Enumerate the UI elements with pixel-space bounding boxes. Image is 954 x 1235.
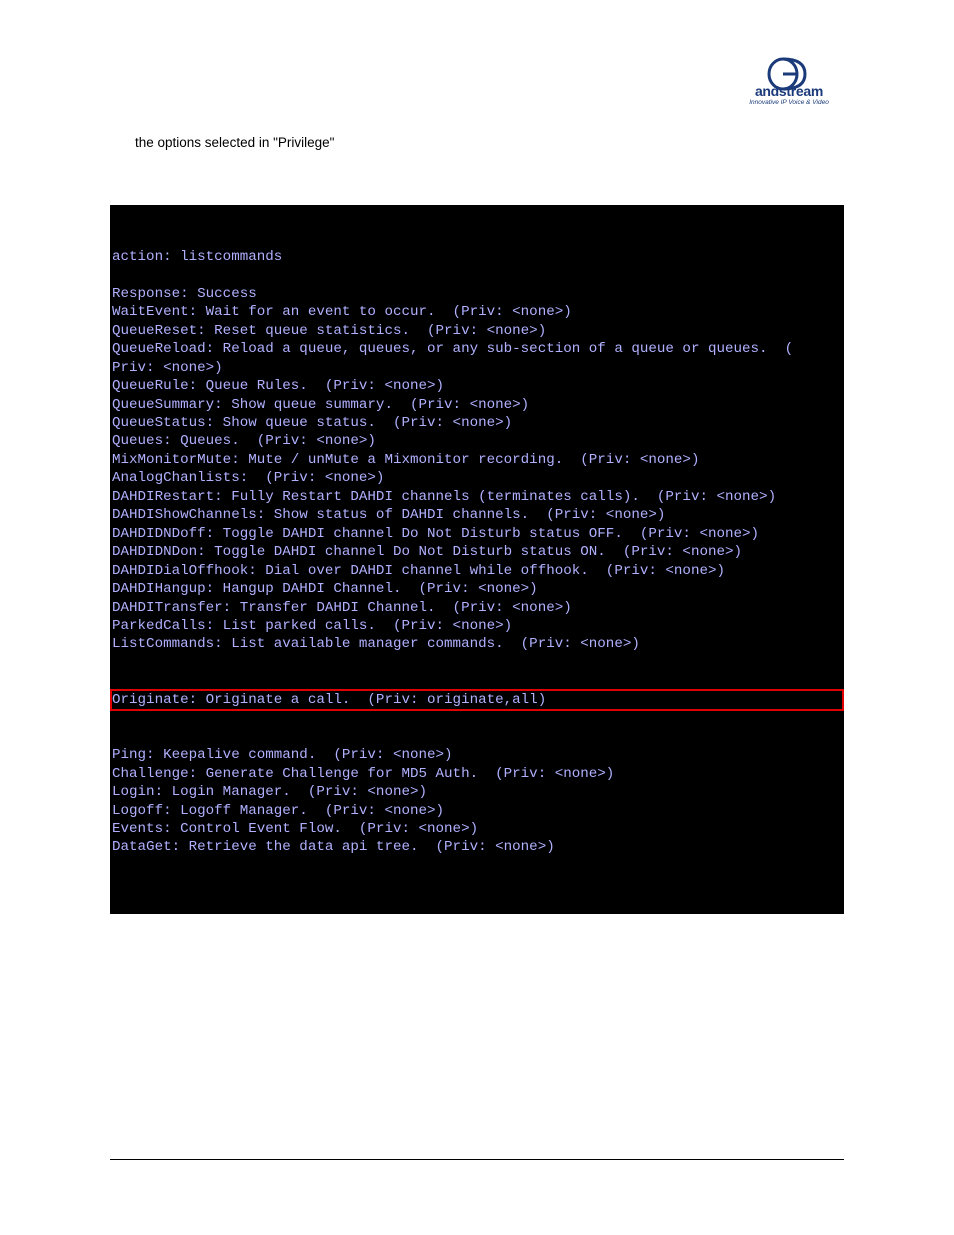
terminal-line: DAHDIShowChannels: Show status of DAHDI … xyxy=(112,506,842,524)
terminal-line: Ping: Keepalive command. (Priv: <none>) xyxy=(112,746,842,764)
terminal-line: ListCommands: List available manager com… xyxy=(112,635,842,653)
terminal-line: Login: Login Manager. (Priv: <none>) xyxy=(112,783,842,801)
terminal-line xyxy=(112,266,842,284)
logo-tagline: Innovative IP Voice & Video xyxy=(734,99,844,106)
terminal-line: ParkedCalls: List parked calls. (Priv: <… xyxy=(112,617,842,635)
terminal-line: Events: Control Event Flow. (Priv: <none… xyxy=(112,820,842,838)
terminal-line: QueueStatus: Show queue status. (Priv: <… xyxy=(112,414,842,432)
terminal-line: action: listcommands xyxy=(112,248,842,266)
terminal-lines-before: action: listcommands Response: SuccessWa… xyxy=(112,248,842,654)
terminal-line: QueueReload: Reload a queue, queues, or … xyxy=(112,340,842,358)
intro-text: the options selected in "Privilege" xyxy=(135,135,844,150)
terminal-line: DAHDIDNDon: Toggle DAHDI channel Do Not … xyxy=(112,543,842,561)
terminal-line: Queues: Queues. (Priv: <none>) xyxy=(112,432,842,450)
grandstream-logo: andstream Innovative IP Voice & Video xyxy=(734,55,844,106)
terminal-line: DAHDIDNDoff: Toggle DAHDI channel Do Not… xyxy=(112,525,842,543)
highlighted-originate-line: Originate: Originate a call. (Priv: orig… xyxy=(110,689,844,711)
terminal-line: DAHDIDialOffhook: Dial over DAHDI channe… xyxy=(112,562,842,580)
terminal-lines-after: Ping: Keepalive command. (Priv: <none>)C… xyxy=(112,746,842,857)
terminal-line: DataGet: Retrieve the data api tree. (Pr… xyxy=(112,838,842,856)
terminal-line: DAHDITransfer: Transfer DAHDI Channel. (… xyxy=(112,599,842,617)
terminal-line: QueueReset: Reset queue statistics. (Pri… xyxy=(112,322,842,340)
logo-brand-text: andstream xyxy=(734,83,844,99)
terminal-line: Response: Success xyxy=(112,285,842,303)
terminal-line: WaitEvent: Wait for an event to occur. (… xyxy=(112,303,842,321)
terminal-line: MixMonitorMute: Mute / unMute a Mixmonit… xyxy=(112,451,842,469)
terminal-output: action: listcommands Response: SuccessWa… xyxy=(110,205,844,914)
terminal-line: QueueSummary: Show queue summary. (Priv:… xyxy=(112,396,842,414)
terminal-line: AnalogChanlists: (Priv: <none>) xyxy=(112,469,842,487)
document-page: andstream Innovative IP Voice & Video th… xyxy=(0,0,954,974)
footer-divider xyxy=(110,1159,844,1160)
terminal-line: Priv: <none>) xyxy=(112,359,842,377)
terminal-line: DAHDIHangup: Hangup DAHDI Channel. (Priv… xyxy=(112,580,842,598)
terminal-line: QueueRule: Queue Rules. (Priv: <none>) xyxy=(112,377,842,395)
terminal-line: DAHDIRestart: Fully Restart DAHDI channe… xyxy=(112,488,842,506)
terminal-line: Logoff: Logoff Manager. (Priv: <none>) xyxy=(112,802,842,820)
terminal-line: Challenge: Generate Challenge for MD5 Au… xyxy=(112,765,842,783)
